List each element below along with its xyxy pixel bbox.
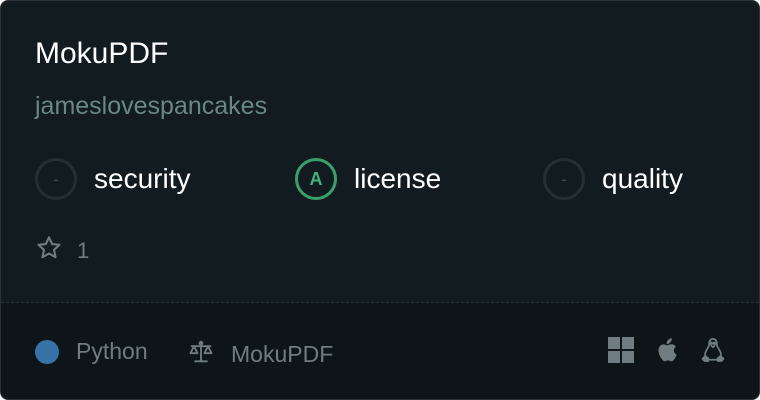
metric-security: - security bbox=[35, 154, 190, 204]
license-grade-badge: A bbox=[295, 158, 337, 200]
metrics-row: - security A license - quality bbox=[1, 154, 759, 204]
license-label: license bbox=[354, 163, 442, 194]
windows-icon bbox=[607, 336, 635, 364]
metric-quality: - quality bbox=[543, 154, 683, 204]
card-footer: Python MokuPDF bbox=[1, 303, 759, 399]
linux-icon bbox=[699, 336, 727, 364]
repo-owner[interactable]: jameslovespancakes bbox=[35, 90, 267, 122]
security-grade-badge: - bbox=[35, 158, 77, 200]
scale-icon bbox=[187, 338, 215, 371]
license-name: MokuPDF bbox=[231, 341, 334, 367]
platform-icons bbox=[607, 336, 727, 364]
repo-title[interactable]: MokuPDF bbox=[35, 35, 168, 73]
quality-grade-badge: - bbox=[543, 158, 585, 200]
apple-icon bbox=[653, 336, 681, 364]
stars: 1 bbox=[35, 234, 89, 267]
star-count: 1 bbox=[77, 237, 90, 263]
star-icon bbox=[35, 234, 63, 267]
quality-label: quality bbox=[602, 163, 683, 194]
repo-card[interactable]: MokuPDF jameslovespancakes - security A … bbox=[0, 0, 760, 400]
license-info: MokuPDF bbox=[187, 338, 333, 371]
security-label: security bbox=[94, 163, 191, 194]
language: Python bbox=[35, 338, 148, 365]
language-name: Python bbox=[76, 338, 148, 364]
metric-license: A license bbox=[295, 154, 441, 204]
language-color-dot bbox=[35, 339, 59, 364]
